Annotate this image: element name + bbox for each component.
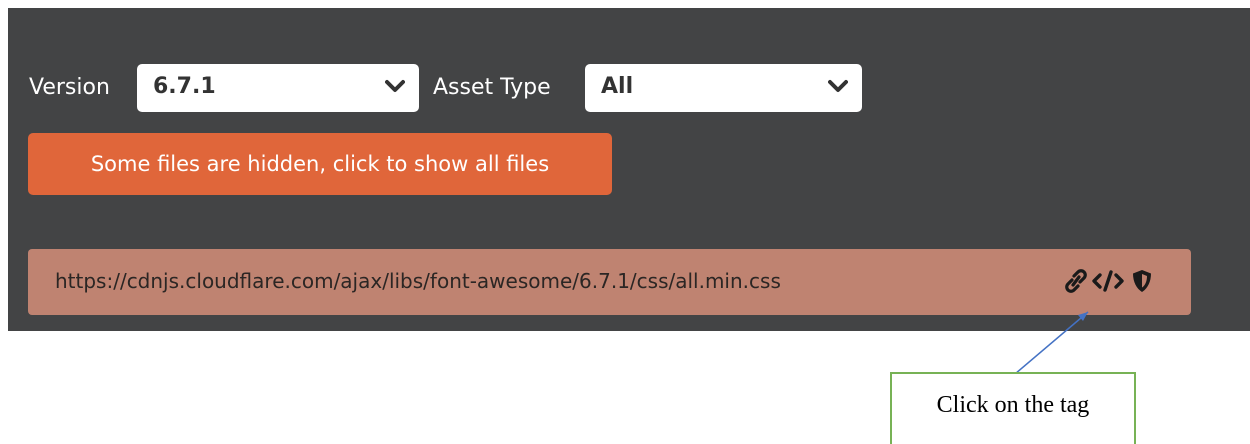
annotation-text: Click on the tag	[936, 392, 1090, 418]
annotation-callout: Click on the tag	[890, 372, 1136, 444]
